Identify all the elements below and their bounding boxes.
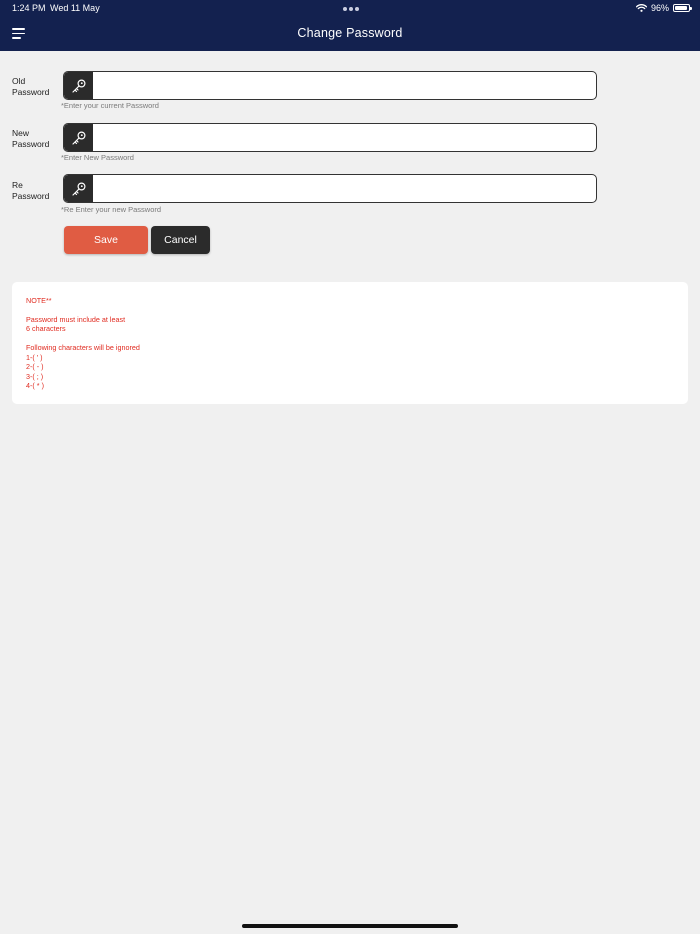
status-time: 1:24 PM — [12, 3, 46, 13]
re-password-hint: *Re Enter your new Password — [61, 205, 162, 214]
ignored-char-item: 2-( - ) — [26, 362, 44, 371]
note-heading: NOTE** — [26, 296, 52, 305]
battery-icon — [673, 4, 692, 12]
wifi-icon — [635, 4, 647, 12]
key-icon — [64, 175, 93, 202]
new-password-hint: *Enter New Password — [61, 153, 134, 162]
ignored-char-item: 4-( * ) — [26, 381, 44, 390]
password-note-card: NOTE** Password must include at least 6 … — [12, 282, 688, 404]
top-bar: 1:24 PM Wed 11 May 96% Change Password — [0, 0, 700, 51]
home-indicator[interactable] — [242, 924, 458, 928]
battery-percent: 96% — [650, 3, 669, 13]
re-password-input[interactable] — [96, 175, 594, 202]
cancel-button[interactable]: Cancel — [151, 226, 210, 254]
re-password-field — [63, 174, 597, 203]
ignored-char-item: 1-( ' ) — [26, 353, 43, 362]
ignored-char-item: 3-( ; ) — [26, 372, 44, 381]
re-password-label: Re Password — [12, 180, 50, 201]
status-right: 96% — [635, 3, 692, 13]
old-password-input[interactable] — [96, 72, 594, 99]
old-password-hint: *Enter your current Password — [61, 101, 159, 110]
note-length-rule-line2: 6 characters — [26, 324, 66, 333]
page-title: Change Password — [297, 26, 403, 40]
new-password-label: New Password — [12, 128, 50, 149]
multitasking-dots-icon[interactable] — [343, 7, 359, 11]
note-length-rule-line1: Password must include at least — [26, 315, 126, 324]
old-password-label: Old Password — [12, 76, 50, 97]
old-password-field — [63, 71, 597, 100]
key-icon — [64, 124, 93, 151]
new-password-field — [63, 123, 597, 152]
note-ignored-heading: Following characters will be ignored — [26, 343, 140, 352]
status-date: Wed 11 May — [50, 3, 100, 13]
save-button[interactable]: Save — [64, 226, 148, 254]
key-icon — [64, 72, 93, 99]
new-password-input[interactable] — [96, 124, 594, 151]
